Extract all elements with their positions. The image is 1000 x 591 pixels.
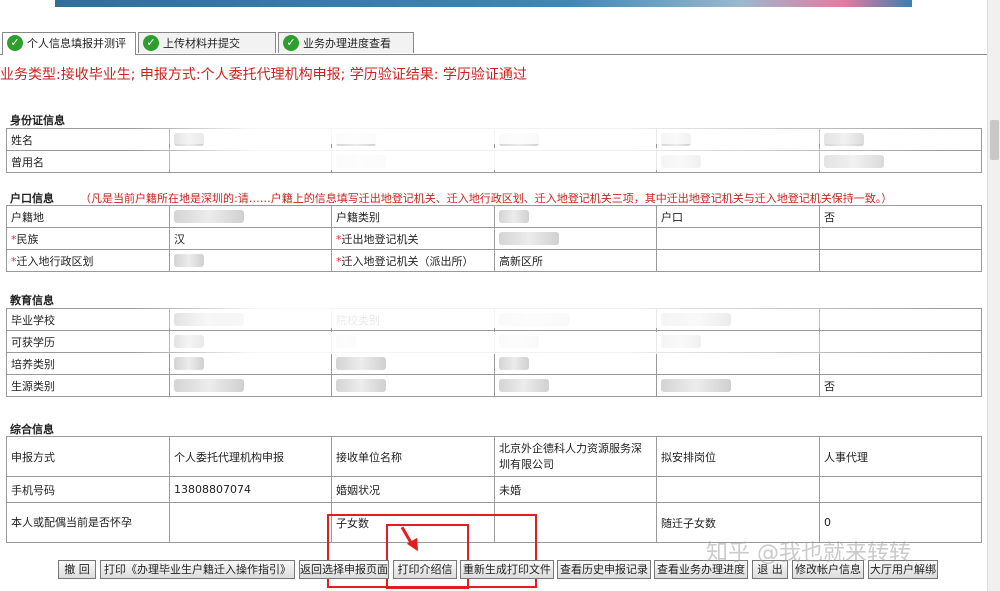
field-value: 高新区所 <box>494 249 657 272</box>
redacted-value <box>499 335 539 349</box>
field-label: 本人或配偶当前是否怀孕 <box>6 502 170 543</box>
table-row: 培养类别 <box>6 352 982 375</box>
redacted-value <box>336 335 356 349</box>
field-label: 毕业学校 <box>6 308 170 331</box>
redacted-value <box>661 335 701 349</box>
field-value: 汉 <box>169 227 332 250</box>
redacted-value <box>336 357 386 371</box>
table-row: 申报方式 个人委托代理机构申报 接收单位名称 北京外企德科人力资源服务深圳有限公… <box>6 436 982 477</box>
print-guide-button[interactable]: 打印《办理毕业生户籍迁入操作指引》 <box>100 560 295 579</box>
field-label: 手机号码 <box>6 476 170 503</box>
tab-bar: ✓ 个人信息填报并测评 ✓ 上传材料并提交 ✓ 业务办理进度查看 <box>0 30 990 55</box>
redacted-value <box>174 379 244 393</box>
watermark: 知乎 @我也就来转转 <box>706 541 911 566</box>
table-row: 可获学历 <box>6 330 982 353</box>
field-label: 院校类别 <box>331 308 495 331</box>
check-icon: ✓ <box>143 35 159 51</box>
back-to-select-button[interactable]: 返回选择申报页面 <box>299 560 389 579</box>
tab-progress[interactable]: ✓ 业务办理进度查看 <box>278 32 414 53</box>
hukou-note: （凡是当前户籍所在地是深圳的:请……户籍上的信息填写迁出地登记机关、迁入地行政区… <box>80 192 893 205</box>
redacted-value <box>499 379 549 393</box>
section-title-education: 教育信息 <box>10 294 54 307</box>
field-label: 申报方式 <box>6 436 170 477</box>
table-row: *迁入地行政区划 *迁入地登记机关（派出所） 高新区所 <box>6 249 982 272</box>
field-value: 13808807074 <box>169 476 332 503</box>
table-row: 毕业学校 院校类别 <box>6 308 982 331</box>
field-value: 北京外企德科人力资源服务深圳有限公司 <box>494 436 657 477</box>
business-summary: 业务类型:接收毕业生; 申报方式:个人委托代理机构申报; 学历验证结果: 学历验… <box>0 67 527 83</box>
table-row: 生源类别 否 <box>6 374 982 397</box>
field-label: *迁入地登记机关（派出所） <box>331 249 495 272</box>
field-label: 拟安排岗位 <box>656 436 820 477</box>
field-label: 曾用名 <box>6 150 170 173</box>
table-row: *民族 汉 *迁出地登记机关 <box>6 227 982 250</box>
redacted-value <box>499 210 529 224</box>
hukou-table: 户籍地 户籍类别 户口 否 *民族 汉 *迁出地登记机关 *迁入地行政区划 *迁… <box>6 205 982 272</box>
redacted-value <box>336 379 386 393</box>
field-label: *民族 <box>6 227 170 250</box>
field-label: *迁出地登记机关 <box>331 227 495 250</box>
redacted-value <box>661 133 691 147</box>
field-value: 否 <box>819 205 982 228</box>
redacted-value <box>661 379 731 393</box>
field-label: 户口 <box>656 205 820 228</box>
table-row: 户籍地 户籍类别 户口 否 <box>6 205 982 228</box>
field-label: 培养类别 <box>6 352 170 375</box>
table-row: 曾用名 <box>6 150 982 173</box>
field-value: 人事代理 <box>819 436 982 477</box>
scrollbar-thumb[interactable] <box>990 120 999 160</box>
history-records-button[interactable]: 查看历史申报记录 <box>557 560 651 579</box>
redacted-value <box>824 155 884 169</box>
header-banner <box>55 0 912 7</box>
field-value: 未婚 <box>494 476 657 503</box>
field-label: 生源类别 <box>6 374 170 397</box>
field-label: 婚姻状况 <box>331 476 495 503</box>
field-label: 接收单位名称 <box>331 436 495 477</box>
redacted-value <box>174 357 204 371</box>
redacted-value <box>661 155 701 169</box>
redacted-value <box>174 313 244 327</box>
section-title-id: 身份证信息 <box>10 114 65 127</box>
redacted-value <box>174 335 204 349</box>
tab-personal-info[interactable]: ✓ 个人信息填报并测评 <box>2 32 136 55</box>
redacted-value <box>174 133 204 147</box>
field-label: 户籍地 <box>6 205 170 228</box>
check-icon: ✓ <box>283 35 299 51</box>
tab-upload-materials[interactable]: ✓ 上传材料并提交 <box>138 32 276 53</box>
redacted-value <box>336 133 376 147</box>
regenerate-print-button[interactable]: 重新生成打印文件 <box>460 560 554 579</box>
tab-label: 上传材料并提交 <box>163 37 240 50</box>
redacted-value <box>661 313 731 327</box>
field-value: 个人委托代理机构申报 <box>169 436 332 477</box>
section-title-misc: 综合信息 <box>10 423 54 436</box>
field-label: *迁入地行政区划 <box>6 249 170 272</box>
redacted-value <box>174 254 204 268</box>
redacted-value <box>499 133 539 147</box>
field-label: 姓名 <box>6 128 170 151</box>
withdraw-button[interactable]: 撤 回 <box>58 560 96 579</box>
redacted-value <box>336 155 386 169</box>
redacted-value <box>499 357 529 371</box>
redacted-value <box>174 210 244 224</box>
field-value: 否 <box>819 374 982 397</box>
education-table: 毕业学校 院校类别 可获学历 培养类别 生源类别 否 <box>6 308 982 397</box>
tab-label: 业务办理进度查看 <box>303 37 391 50</box>
vertical-scrollbar[interactable] <box>987 0 1000 591</box>
field-label: 可获学历 <box>6 330 170 353</box>
table-row: 手机号码 13808807074 婚姻状况 未婚 <box>6 476 982 503</box>
redacted-value <box>824 133 864 147</box>
section-title-hukou: 户口信息 <box>10 192 54 205</box>
redacted-value <box>499 313 569 327</box>
tab-label: 个人信息填报并测评 <box>27 37 126 50</box>
redacted-value <box>499 232 559 246</box>
field-label: 户籍类别 <box>331 205 495 228</box>
table-row: 姓名 <box>6 128 982 151</box>
print-letter-button[interactable]: 打印介绍信 <box>393 560 457 579</box>
check-icon: ✓ <box>7 35 23 51</box>
id-table: 姓名 曾用名 <box>6 128 982 173</box>
